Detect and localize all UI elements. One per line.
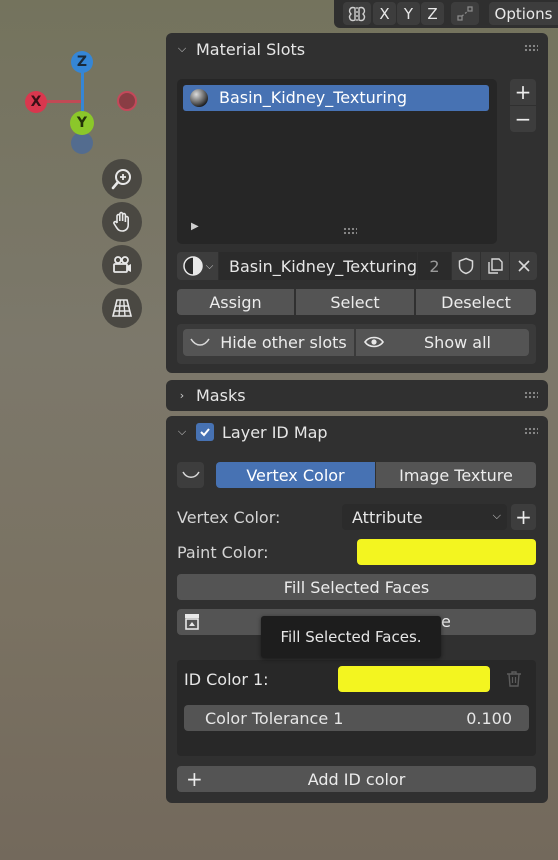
add-id-color-label: Add ID color (307, 769, 406, 789)
options-dropdown[interactable]: Options (489, 2, 558, 25)
add-id-color-button[interactable]: + Add ID color (177, 766, 536, 792)
chevron-right-icon: › (179, 389, 185, 402)
trash-icon (507, 671, 521, 687)
chevron-down-icon: ⌵ (177, 42, 187, 55)
plus-icon: + (514, 80, 532, 104)
x-axis-handle[interactable]: X (25, 91, 47, 113)
layer-id-map-checkbox[interactable] (196, 423, 214, 441)
plus-icon: + (515, 505, 532, 529)
material-slot-label: Basin_Kidney_Texturing (219, 88, 408, 107)
chevron-down-icon: ⌵ (205, 260, 214, 272)
list-resize-grip-icon[interactable] (343, 227, 357, 235)
paint-bucket-icon (185, 614, 199, 630)
add-slot-button[interactable]: + (510, 79, 536, 105)
color-tolerance-value: 0.100 (466, 709, 512, 728)
panel-title: Layer ID Map (222, 422, 328, 442)
chevron-down-icon: ⌵ (492, 509, 501, 522)
drag-grip-icon[interactable] (524, 391, 538, 399)
close-icon (517, 260, 530, 272)
panel-title: Material Slots (196, 39, 306, 59)
add-vertex-color-button[interactable]: + (511, 504, 536, 530)
minus-icon: − (514, 107, 532, 131)
masks-panel[interactable]: › Masks (166, 380, 548, 411)
delete-id-color-button[interactable] (501, 666, 527, 692)
unlink-material-button[interactable] (510, 252, 537, 280)
camera-icon (113, 256, 131, 273)
hide-other-slots-label: Hide other slots (220, 333, 347, 352)
select-button[interactable]: Select (296, 289, 414, 315)
id-color-box: ID Color 1: Color Tolerance 1 0.100 (177, 660, 536, 756)
mirror-z-toggle[interactable]: Z (421, 2, 444, 25)
zoom-button[interactable] (102, 159, 142, 199)
material-slots-header[interactable]: ⌵ Material Slots (166, 33, 548, 65)
vertex-color-label: Vertex Color: (177, 508, 281, 527)
layer-id-map-panel: ⌵ Layer ID Map Vertex Color Image Textur… (166, 416, 548, 803)
material-slot-list[interactable]: Basin_Kidney_Texturing ▶ (177, 79, 497, 244)
expand-filter-icon[interactable]: ▶ (191, 221, 199, 232)
visibility-box: Hide other slots Show all (177, 324, 536, 364)
tab-image-texture[interactable]: Image Texture (376, 462, 536, 488)
mode-visibility-toggle[interactable] (177, 462, 204, 488)
drag-grip-icon[interactable] (524, 427, 538, 435)
id-color-swatch[interactable] (338, 666, 490, 692)
duplicate-icon (488, 258, 503, 274)
material-name-value: Basin_Kidney_Texturing (229, 256, 418, 276)
perspective-toggle-button[interactable] (102, 288, 142, 328)
tab-vertex-color[interactable]: Vertex Color (216, 462, 375, 488)
neg-z-axis-handle[interactable] (71, 132, 93, 154)
layer-id-map-header[interactable]: ⌵ Layer ID Map (166, 416, 548, 448)
paint-color-swatch[interactable] (357, 539, 536, 565)
z-axis-handle[interactable]: Z (71, 51, 93, 73)
panel-title: Masks (196, 386, 246, 405)
drag-grip-icon[interactable] (524, 44, 538, 52)
deselect-button[interactable]: Deselect (416, 289, 536, 315)
paint-color-label: Paint Color: (177, 543, 269, 562)
eye-closed-icon (190, 338, 210, 346)
fill-operator-label: e (441, 612, 451, 631)
tooltip: Fill Selected Faces. (261, 616, 441, 658)
show-all-button[interactable]: Show all (356, 329, 529, 356)
material-name-field[interactable]: Basin_Kidney_Texturing (219, 252, 417, 280)
zoom-icon (111, 169, 131, 190)
eye-icon (364, 336, 384, 348)
material-slot-item[interactable]: Basin_Kidney_Texturing (183, 85, 489, 111)
browse-material-button[interactable]: ⌵ (177, 252, 218, 280)
show-all-label: Show all (424, 333, 491, 352)
vertex-color-select[interactable]: Attribute ⌵ (342, 504, 507, 530)
id-color-label: ID Color 1: (184, 670, 269, 689)
navigation-gizmo[interactable]: Z X Y (20, 45, 150, 165)
plus-icon: + (186, 767, 203, 791)
material-browse-icon (182, 256, 203, 276)
user-count-button[interactable]: 2 (418, 252, 451, 280)
chevron-down-icon: ⌵ (177, 425, 187, 438)
fill-selected-faces-button[interactable]: Fill Selected Faces (177, 574, 536, 600)
snap-icon (457, 5, 473, 21)
pan-button[interactable] (102, 202, 142, 242)
y-axis-handle[interactable]: Y (70, 111, 94, 135)
checkmark-icon (200, 428, 210, 437)
butterfly-icon (348, 6, 366, 21)
vertex-color-value: Attribute (352, 507, 423, 527)
color-tolerance-label: Color Tolerance 1 (205, 709, 344, 728)
material-slots-panel: ⌵ Material Slots Basin_Kidney_Texturing … (166, 33, 548, 373)
mirror-x-toggle[interactable]: X (373, 2, 396, 25)
grid-icon (111, 299, 133, 317)
assign-button[interactable]: Assign (177, 289, 294, 315)
neg-x-axis-handle[interactable] (117, 91, 137, 111)
fake-user-button[interactable] (452, 252, 480, 280)
snap-toggle[interactable] (451, 2, 479, 25)
duplicate-material-button[interactable] (481, 252, 509, 280)
remove-slot-button[interactable]: − (510, 106, 536, 132)
hand-icon (113, 211, 129, 232)
masks-header[interactable]: › Masks (166, 380, 548, 411)
mirror-y-toggle[interactable]: Y (397, 2, 420, 25)
camera-view-button[interactable] (102, 245, 142, 285)
material-sphere-icon (190, 89, 208, 107)
eye-closed-icon (181, 471, 200, 478)
hide-other-slots-button[interactable]: Hide other slots (183, 329, 354, 356)
color-tolerance-slider[interactable]: Color Tolerance 1 0.100 (184, 705, 529, 731)
shield-icon (458, 257, 474, 275)
mirror-toggle-icon[interactable] (343, 2, 371, 25)
